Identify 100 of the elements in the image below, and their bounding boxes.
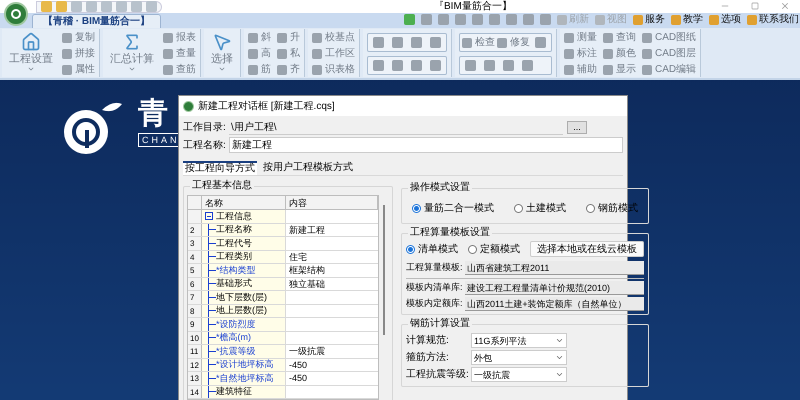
maximize-icon [751, 2, 759, 10]
field-name: *结构类型 [216, 264, 256, 277]
ribbon-button[interactable]: 颜色 [603, 46, 636, 61]
ribbon-button[interactable]: 查量 [163, 46, 196, 61]
ribbon-button[interactable]: 校基点 [312, 30, 355, 45]
field-name: 地下层数(层) [216, 290, 267, 304]
toolbar-icon [455, 14, 466, 25]
radio-button[interactable] [514, 204, 523, 212]
row-number: 3 [188, 237, 202, 250]
dropdown-field[interactable]: 一级抗震 [471, 367, 567, 382]
dialog-tab[interactable]: 按用户工程模板方式 [261, 161, 355, 175]
row-number: 2 [188, 224, 202, 236]
window-title: 『BIM量筋合一】 [434, 2, 512, 12]
field-label: 箍筋方法: [406, 350, 450, 365]
ribbon-button[interactable]: 查询 [603, 30, 636, 45]
ribbon-large-button[interactable]: 汇总计算 [107, 30, 157, 78]
ribbon-button[interactable]: 复制 [62, 30, 95, 45]
table-cell[interactable]: -450 [286, 372, 378, 384]
dropdown-field[interactable]: 11G系列平法 [471, 333, 567, 348]
row-number: 7 [188, 291, 202, 304]
toolbar-button[interactable]: 联系我们 [747, 14, 799, 24]
radio-option[interactable]: 定额模式 [468, 242, 520, 256]
ribbon-button[interactable]: 工作区 [312, 46, 355, 61]
input-field[interactable]: 新建工程 [229, 137, 623, 153]
tool-icon-button[interactable] [389, 58, 406, 73]
dropdown-icon [27, 65, 35, 73]
table-cell[interactable]: 独立基础 [286, 278, 378, 290]
ribbon-button[interactable]: 测量 [564, 30, 597, 45]
scrollbar-thumb[interactable] [383, 205, 385, 335]
table-cell[interactable]: 框架结构 [286, 264, 378, 276]
ribbon-button[interactable]: 筋 [248, 62, 271, 77]
quick-access-icon [56, 1, 67, 12]
radio-option[interactable]: 钢筋模式 [586, 200, 638, 216]
toolbar-icon [472, 14, 483, 25]
column-header: 内容 [286, 196, 378, 209]
row-number: 11 [188, 345, 202, 358]
tool-icon-button[interactable] [427, 58, 444, 73]
ribbon-button[interactable]: CAD图层 [642, 46, 696, 61]
ribbon-button[interactable]: 检查 [462, 35, 495, 50]
tool-icon-button[interactable] [370, 35, 387, 50]
field-label: 模板内清单库: [406, 281, 462, 294]
radio-button[interactable] [468, 244, 477, 254]
tool-icon-button[interactable] [370, 58, 387, 73]
ribbon-button[interactable]: 升 [277, 30, 300, 45]
ribbon-button[interactable]: 识表格 [312, 62, 355, 77]
table-cell[interactable]: 新建工程 [286, 224, 378, 236]
tool-icon-button[interactable] [481, 58, 498, 73]
field-name: *设计地坪标高 [216, 358, 274, 372]
ribbon-button[interactable]: 报表 [163, 30, 196, 45]
field-name: 工程类别 [216, 250, 252, 264]
tool-icon-button[interactable] [519, 58, 536, 73]
ribbon-button[interactable]: 高 [248, 46, 271, 61]
ribbon-button[interactable]: 私 [277, 46, 300, 61]
ribbon-button[interactable]: 查筋 [163, 62, 196, 77]
ribbon-button[interactable]: 修复 [497, 35, 530, 50]
toolbar-icon [404, 14, 415, 25]
radio-button[interactable] [406, 244, 415, 254]
toolbar-button[interactable]: 选项 [709, 14, 741, 24]
table-cell[interactable]: -450 [286, 358, 378, 371]
ribbon-button[interactable]: 显示 [603, 62, 636, 77]
directory-field: \用户工程\ [229, 120, 563, 135]
radio-button[interactable] [586, 204, 595, 212]
ribbon-large-button[interactable]: 工程设置 [6, 30, 56, 78]
tree-label: 工程信息 [216, 210, 252, 223]
radio-button[interactable] [412, 204, 421, 212]
table-cell[interactable]: 住宅 [286, 250, 378, 263]
tool-icon-button[interactable] [532, 35, 549, 50]
radio-option[interactable]: 土建模式 [514, 200, 566, 216]
tool-icon-button[interactable] [462, 58, 479, 73]
ribbon-button[interactable]: 拼接 [62, 46, 95, 61]
dialog-tab[interactable]: 按工程向导方式 [183, 161, 257, 175]
tool-icon-button[interactable] [408, 35, 425, 50]
field-name: 基础形式 [216, 277, 252, 290]
radio-option[interactable]: 清单模式 [406, 242, 458, 256]
field-label: 模板内定额库: [406, 297, 462, 310]
logo-text: 青 [138, 99, 169, 129]
tool-icon-button[interactable] [408, 58, 425, 73]
toolbar-button[interactable]: 服务 [633, 14, 665, 24]
template-button[interactable]: 选择本地或在线云模板 [530, 241, 644, 257]
tool-icon-button[interactable] [500, 58, 517, 73]
browse-button[interactable]: ... [567, 121, 587, 134]
ribbon-button[interactable]: 斜 [248, 30, 271, 45]
tool-icon [212, 32, 232, 52]
ribbon-button[interactable]: 属性 [62, 62, 95, 77]
row-number: 5 [188, 264, 202, 276]
ribbon-button[interactable]: 标注 [564, 46, 597, 61]
tool-icon-button[interactable] [389, 35, 406, 50]
table-cell[interactable]: 一级抗震 [286, 345, 378, 358]
ribbon-button[interactable]: CAD编辑 [642, 62, 696, 77]
ribbon-tab[interactable]: 【青稽 · BIM量筋合一】 [32, 14, 162, 28]
collapse-toggle[interactable] [205, 212, 213, 220]
radio-option[interactable]: 量筋二合一模式 [412, 200, 494, 216]
ribbon-button[interactable]: 齐 [277, 62, 300, 77]
dropdown-field[interactable]: 外包 [471, 350, 567, 365]
quick-access-icon [131, 1, 142, 12]
ribbon-button[interactable]: CAD图纸 [642, 30, 696, 45]
toolbar-button[interactable]: 教学 [671, 14, 703, 24]
ribbon-button[interactable]: 辅助 [564, 62, 597, 77]
tool-icon-button[interactable] [427, 35, 444, 50]
ribbon-large-button[interactable]: 选择 [208, 30, 236, 78]
